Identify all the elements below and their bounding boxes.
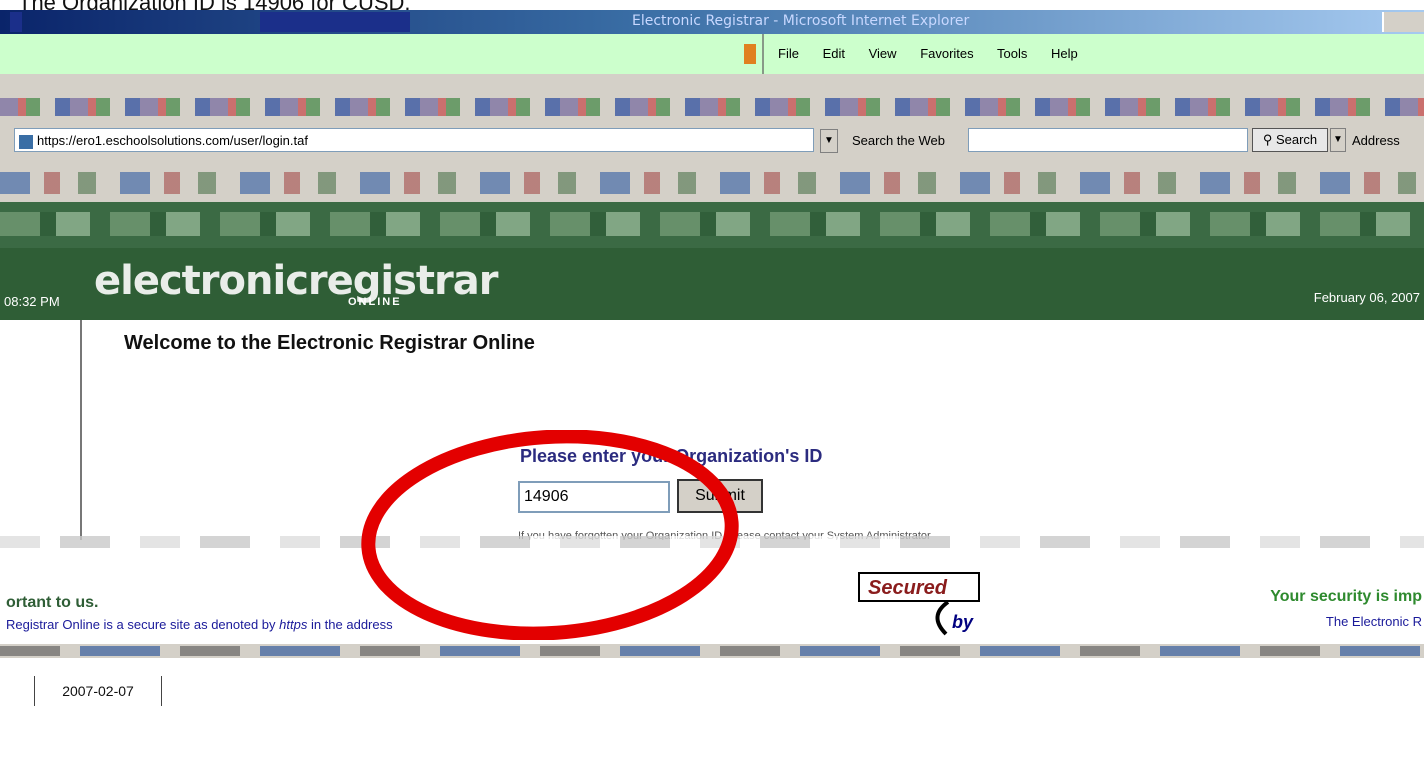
title-bar-segment xyxy=(260,12,410,32)
search-dropdown-icon[interactable]: ▼ xyxy=(1330,128,1346,152)
address-label: Address xyxy=(1352,133,1400,148)
security-heading-left: ortant to us. xyxy=(6,594,99,611)
status-bar-content xyxy=(0,646,1424,656)
red-circle-annotation xyxy=(361,430,739,640)
content-divider xyxy=(80,320,82,540)
address-dropdown-icon[interactable]: ▼ xyxy=(820,129,838,153)
windows-flag-icon xyxy=(744,44,756,64)
search-the-web-label: Search the Web xyxy=(852,133,945,148)
site-logo-sub: ONLINE xyxy=(348,296,402,308)
menu-edit[interactable]: Edit xyxy=(823,46,845,61)
menu-file[interactable]: File xyxy=(778,46,799,61)
address-url: https://ero1.eschoolsolutions.com/user/l… xyxy=(37,133,308,148)
header-date: February 06, 2007 xyxy=(1313,290,1420,305)
seal-secured-text: Secured xyxy=(868,577,948,599)
search-input[interactable] xyxy=(968,128,1248,152)
date-stamp: 2007-02-07 xyxy=(34,676,162,706)
search-button[interactable]: ⚲ Search xyxy=(1252,128,1328,152)
search-button-label: Search xyxy=(1275,132,1318,147)
secured-by-seal[interactable]: Secured by xyxy=(858,572,980,636)
menu-favorites[interactable]: Favorites xyxy=(920,46,973,61)
menu-bar xyxy=(0,34,1424,74)
menu-separator xyxy=(762,34,764,74)
search-icon: ⚲ xyxy=(1262,132,1273,147)
second-links-toolbar-items[interactable] xyxy=(0,212,1424,236)
window-control-button[interactable] xyxy=(1382,12,1424,32)
https-emphasis: https xyxy=(279,617,308,632)
page-icon xyxy=(19,134,33,149)
title-icon xyxy=(10,12,22,32)
toolbar-buttons[interactable] xyxy=(0,98,1424,116)
menu-tools[interactable]: Tools xyxy=(997,46,1027,61)
window-title: Electronic Registrar - Microsoft Interne… xyxy=(632,13,970,29)
seal-by-text: by xyxy=(952,612,974,632)
electronic-registrar-note: The Electronic R xyxy=(1325,614,1422,629)
menu-help[interactable]: Help xyxy=(1051,46,1078,61)
address-field[interactable]: https://ero1.eschoolsolutions.com/user/l… xyxy=(14,128,814,152)
secure-site-note: Registrar Online is a secure site as den… xyxy=(6,617,393,632)
secure-note-text: Registrar Online is a secure site as den… xyxy=(6,617,280,632)
security-heading-right: Your security is imp xyxy=(1270,588,1422,605)
header-time: 08:32 PM xyxy=(4,294,60,309)
menu-items: File Edit View Favorites Tools Help xyxy=(778,46,1098,61)
links-toolbar-buttons[interactable] xyxy=(0,172,1424,194)
page-title: Welcome to the Electronic Registrar Onli… xyxy=(124,332,535,354)
menu-view[interactable]: View xyxy=(869,46,897,61)
